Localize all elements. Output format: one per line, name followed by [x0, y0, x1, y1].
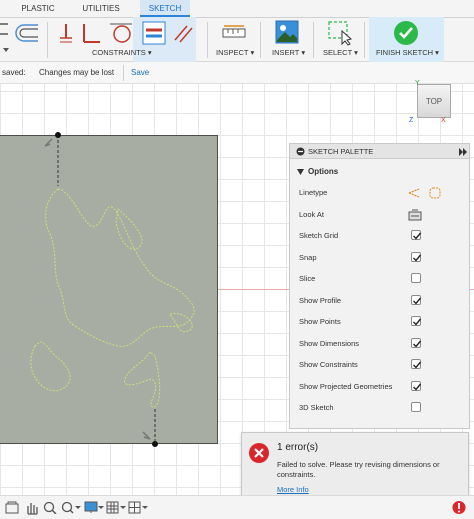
navigation-bar [0, 495, 474, 519]
palette-row-show-projected-geometries: Show Projected Geometries [290, 376, 469, 397]
save-status-label: saved: [2, 68, 26, 77]
toolbar-separator [364, 22, 365, 58]
row-label: Show Points [299, 317, 341, 326]
axis-y-label: Y [415, 80, 420, 87]
error-notification: 1 error(s) Failed to solve. Please try r… [241, 432, 469, 502]
check-icon [413, 340, 422, 348]
tab-sketch[interactable]: SKETCH [140, 0, 190, 17]
sketch-grid-checkbox[interactable] [411, 230, 422, 240]
grid-settings-icon[interactable] [106, 501, 126, 514]
select-icon[interactable] [327, 20, 353, 46]
palette-row-show-constraints: Show Constraints [290, 354, 469, 375]
row-label: Look At [299, 209, 325, 219]
more-info-link[interactable]: More Info [277, 485, 309, 494]
row-label: Show Dimensions [299, 338, 360, 348]
axis-z-label: Z [409, 117, 414, 124]
offset-icon[interactable] [14, 22, 40, 46]
zoom-window-icon[interactable] [43, 501, 57, 514]
row-label: Slice [299, 274, 316, 283]
zoom-icon[interactable] [61, 501, 81, 514]
measure-icon[interactable] [222, 24, 246, 42]
checkmark-icon[interactable] [393, 20, 419, 46]
row-label: Sketch Grid [299, 231, 339, 240]
check-icon [413, 297, 422, 305]
show-projected-geometries-checkbox[interactable] [411, 380, 422, 391]
snap-checkbox[interactable] [411, 251, 422, 262]
options-label: Options [308, 167, 339, 176]
error-title: 1 error(s) [277, 442, 319, 453]
linetype-construction-icon[interactable] [407, 187, 421, 199]
pan-icon[interactable] [24, 500, 38, 515]
axis-x-label: X [441, 117, 446, 124]
error-message: Failed to solve. Please try revising dim… [277, 460, 440, 479]
row-label: Show Profile [299, 295, 342, 305]
look-at-icon[interactable] [408, 209, 422, 221]
tab-utilities[interactable]: UTILITIES [70, 0, 132, 17]
insert-image-icon[interactable] [275, 20, 299, 44]
collapse-circle-icon[interactable] [296, 147, 305, 156]
palette-row-show-points: Show Points [290, 311, 469, 332]
savebar-divider [123, 65, 124, 81]
viewcube-top[interactable]: TOP [417, 84, 451, 118]
sketch-curves[interactable] [0, 84, 230, 495]
palette-row-show-profile: Show Profile [290, 290, 469, 311]
expand-arrow-icon[interactable] [458, 148, 467, 156]
insert-menu[interactable]: INSERT ▾ [272, 47, 305, 59]
palette-row-slice: Slice [290, 268, 469, 289]
palette-row-show-dimensions: Show Dimensions [290, 333, 469, 354]
warning-icon[interactable] [452, 500, 466, 515]
save-bar: saved: Changes may be lost Save [0, 62, 474, 84]
error-icon [249, 443, 269, 463]
palette-row-look-at: Look At [290, 204, 469, 225]
check-icon [413, 254, 422, 262]
palette-row-sketch-grid: Sketch Grid [290, 225, 469, 246]
palette-header: SKETCH PALETTE [290, 144, 469, 159]
show-dimensions-checkbox[interactable] [411, 337, 422, 348]
slice-checkbox[interactable] [411, 273, 421, 283]
inspect-menu[interactable]: INSPECT ▾ [216, 47, 254, 59]
perpendicular-icon[interactable] [80, 22, 102, 46]
palette-row-linetype: Linetype [290, 182, 469, 203]
toolbar-separator [260, 22, 261, 58]
linetype-centerline-icon[interactable] [429, 187, 441, 199]
row-label: Show Constraints [299, 360, 358, 369]
palette-row-snap: Snap [290, 247, 469, 268]
constraints-menu[interactable]: CONSTRAINTS ▾ [92, 47, 152, 59]
fix-constraint-icon[interactable] [56, 22, 78, 46]
select-menu[interactable]: SELECT ▾ [323, 47, 358, 59]
row-label: 3D Sketch [299, 403, 334, 412]
check-icon [413, 232, 422, 240]
row-label: Linetype [299, 188, 328, 197]
chevron-down-icon [297, 169, 304, 175]
toolbar-separator [313, 22, 314, 58]
palette-title: SKETCH PALETTE [308, 147, 374, 156]
parallel-icon[interactable] [172, 22, 194, 44]
dropdown-arrow-icon[interactable] [2, 46, 10, 54]
tab-plastic[interactable]: PLASTIC [8, 0, 68, 17]
show-profile-checkbox[interactable] [411, 294, 422, 305]
row-label: Snap [299, 252, 317, 262]
ribbon-toolbar: PLASTIC UTILITIES SKETCH CONSTRAINTS ▾ I… [0, 0, 474, 62]
unsaved-message: Changes may be lost [39, 68, 115, 77]
check-icon [413, 361, 422, 369]
toolbar-separator [207, 22, 208, 58]
horizontal-constraint-icon[interactable] [142, 20, 166, 46]
show-constraints-checkbox[interactable] [411, 359, 422, 369]
options-section-header[interactable]: Options [290, 163, 469, 181]
toolbar-separator [47, 22, 48, 58]
sketch-palette: SKETCH PALETTE Options Linetype Look At … [289, 143, 470, 429]
palette-row-3d-sketch: 3D Sketch [290, 397, 469, 418]
display-settings-icon[interactable] [84, 501, 104, 514]
show-points-checkbox[interactable] [411, 316, 422, 326]
row-label: Show Projected Geometries [299, 381, 393, 391]
tangent-icon[interactable] [108, 20, 134, 46]
check-icon [413, 383, 422, 391]
finish-sketch-label[interactable]: FINISH SKETCH ▾ [376, 47, 439, 59]
viewports-icon[interactable] [128, 501, 148, 514]
3d-sketch-checkbox[interactable] [411, 402, 421, 412]
check-icon [413, 318, 422, 326]
tool-partial-icon[interactable] [0, 22, 10, 44]
save-button[interactable]: Save [131, 62, 149, 84]
orbit-icon[interactable] [5, 501, 19, 514]
